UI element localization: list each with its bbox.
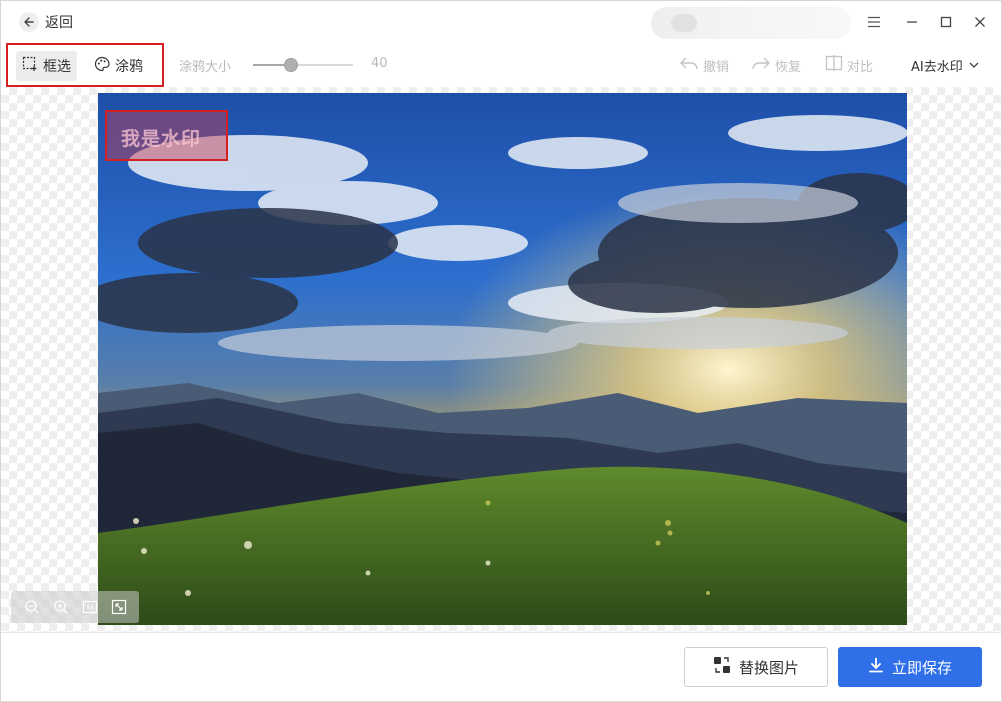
landscape-photo[interactable]: 我是水印 xyxy=(98,93,907,625)
compare-icon xyxy=(825,55,843,75)
brush-size-slider[interactable] xyxy=(253,56,353,74)
user-account-pill[interactable] xyxy=(651,7,851,39)
arrow-left-icon xyxy=(19,12,39,32)
compare-button[interactable]: 对比 xyxy=(825,55,873,75)
download-icon xyxy=(868,657,884,677)
title-bar: 返回 xyxy=(1,1,1001,43)
undo-icon xyxy=(679,55,699,75)
undo-button[interactable]: 撤销 xyxy=(679,55,729,75)
save-button[interactable]: 立即保存 xyxy=(838,647,982,687)
doodle-label: 涂鸦 xyxy=(115,59,143,75)
box-select-icon xyxy=(22,56,38,76)
maximize-icon[interactable] xyxy=(935,11,957,33)
watermark-selection-box[interactable]: 我是水印 xyxy=(105,110,228,161)
compare-label: 对比 xyxy=(847,59,874,75)
mode-selector: 框选 涂鸦 xyxy=(6,43,164,87)
back-button[interactable]: 返回 xyxy=(19,10,73,34)
chevron-down-icon xyxy=(969,58,979,73)
watermark-text: 我是水印 xyxy=(121,128,202,150)
swap-image-icon xyxy=(713,656,731,678)
redo-label: 恢复 xyxy=(775,59,802,75)
replace-image-button[interactable]: 替换图片 xyxy=(684,647,828,687)
zoom-in-icon[interactable] xyxy=(51,597,71,617)
redo-button[interactable]: 恢复 xyxy=(751,55,801,75)
avatar xyxy=(671,14,697,32)
footer-bar: 替换图片 立即保存 xyxy=(1,632,1001,701)
menu-icon[interactable] xyxy=(863,11,885,33)
brush-size-label: 涂鸦大小 xyxy=(179,60,232,75)
undo-label: 撤销 xyxy=(703,59,730,75)
actual-size-icon[interactable] xyxy=(80,597,100,617)
close-icon[interactable] xyxy=(969,11,991,33)
redo-icon xyxy=(751,55,771,75)
app-window: 返回 框选 涂鸦 涂鸦大小 40 撤销 恢复 对比 AI去水印 我是水印 替换图… xyxy=(0,0,1002,702)
toolbar: 框选 涂鸦 涂鸦大小 40 撤销 恢复 对比 AI去水印 xyxy=(1,43,1001,87)
ai-mode-label: AI去水印 xyxy=(911,59,963,75)
zoom-out-icon[interactable] xyxy=(22,597,42,617)
palette-icon xyxy=(94,56,110,76)
ai-mode-dropdown[interactable]: AI去水印 xyxy=(911,55,979,75)
replace-image-label: 替换图片 xyxy=(738,658,799,677)
minimize-icon[interactable] xyxy=(901,11,923,33)
editor-canvas[interactable]: 我是水印 xyxy=(1,87,1001,632)
zoom-controls xyxy=(11,591,139,623)
fit-screen-icon[interactable] xyxy=(109,597,129,617)
slider-thumb[interactable] xyxy=(284,58,298,72)
brush-size-value: 40 xyxy=(371,56,388,71)
box-select-label: 框选 xyxy=(43,59,71,75)
box-select-button[interactable]: 框选 xyxy=(16,51,77,81)
back-label: 返回 xyxy=(45,15,73,31)
save-label: 立即保存 xyxy=(891,658,952,677)
doodle-button[interactable]: 涂鸦 xyxy=(88,51,149,81)
